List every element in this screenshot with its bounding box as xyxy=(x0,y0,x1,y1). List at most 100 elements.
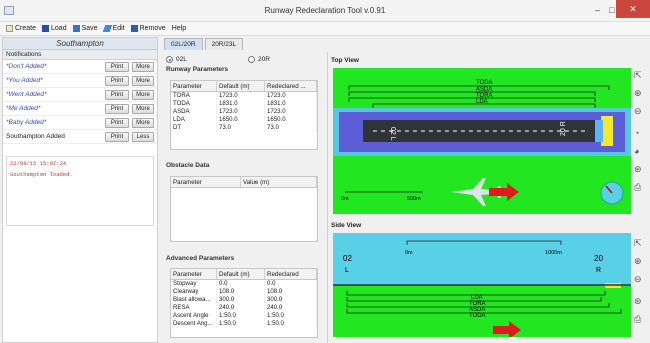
table-row[interactable]: Ascent Angle 1:50.0 1:50.0 xyxy=(171,312,317,320)
more-button[interactable]: More xyxy=(132,117,154,128)
col-header[interactable]: Redeclared ... xyxy=(265,81,317,91)
top-view-canvas: TODA ASDA TORA LDA 02 L 20 R 0m 500m xyxy=(333,68,631,214)
toda-label: TODA xyxy=(476,80,493,86)
remove-icon xyxy=(130,25,138,32)
save-icon xyxy=(72,25,80,32)
col-header[interactable]: Parameter xyxy=(171,269,217,279)
side-view-title: Side View xyxy=(331,222,362,229)
side-view-canvas: 0m 1000m 02 L 20 R LDA TORA ASDA TODA xyxy=(333,233,631,337)
runway-designator-left: 02 L xyxy=(389,127,396,141)
advanced-params-title: Advanced Parameters xyxy=(166,255,235,262)
scale-end-label: 1000m xyxy=(545,250,562,256)
designator-right-sub: R xyxy=(596,267,601,274)
more-button[interactable]: More xyxy=(132,103,154,114)
menu-remove[interactable]: Remove xyxy=(130,25,166,32)
table-row[interactable]: Descent Ang... 1:50.0 1:50.0 xyxy=(171,320,317,328)
tab-20r-23l[interactable]: 20R/23L xyxy=(204,38,244,50)
print-button[interactable]: Print xyxy=(105,131,129,142)
rotate-cw-icon[interactable]: ◔ xyxy=(634,128,639,138)
notification-item: *Went Added* Print More xyxy=(3,88,157,102)
log-message: Southampton loaded. xyxy=(10,171,73,178)
pan-icon[interactable]: ⊛ xyxy=(634,164,642,175)
pointer-icon[interactable]: ⇱ xyxy=(634,70,642,81)
scale-start-label: 0m xyxy=(405,250,413,256)
col-header[interactable]: Value (m) xyxy=(241,177,317,187)
less-button[interactable]: Less xyxy=(132,131,154,142)
notification-item: *Me Added* Print More xyxy=(3,102,157,116)
runway-params-title: Runway Parameters xyxy=(166,66,229,73)
print-button[interactable]: Print xyxy=(105,89,129,100)
pan-icon[interactable]: ⊛ xyxy=(634,296,642,307)
window-title: Runway Redeclaration Tool v.0.91 xyxy=(264,6,386,15)
table-row[interactable]: LDA 1650.0 1650.0 xyxy=(171,116,317,124)
export-icon[interactable]: ⎙ xyxy=(634,314,641,325)
scale-start-label: 0m xyxy=(341,196,349,202)
radio-02l[interactable]: 02L xyxy=(166,56,187,63)
menu-save[interactable]: Save xyxy=(72,25,98,32)
col-header[interactable]: Redeclared xyxy=(265,269,317,279)
advanced-params-table: Parameter Default (m) Redeclared Stopway… xyxy=(170,268,318,338)
col-header[interactable]: Default (m) xyxy=(217,81,265,91)
table-row[interactable]: Stopway 0.0 0.0 xyxy=(171,280,317,288)
table-row[interactable]: DT 73.0 73.0 xyxy=(171,124,317,132)
radio-selected-icon xyxy=(166,56,173,63)
toda-label: TODA xyxy=(469,313,486,319)
panel-divider[interactable] xyxy=(327,52,328,343)
more-button[interactable]: More xyxy=(132,89,154,100)
log-box: 22/08/15 15:07:24 Southampton loaded. xyxy=(6,156,154,226)
menu-load[interactable]: Load xyxy=(42,25,67,32)
print-button[interactable]: Print xyxy=(105,61,129,72)
lda-label: LDA xyxy=(476,99,488,105)
maximize-button[interactable]: □ xyxy=(609,5,614,15)
menu-create[interactable]: Create xyxy=(6,25,36,32)
new-file-icon xyxy=(6,25,13,32)
top-view-title: Top View xyxy=(331,57,359,64)
radio-empty-icon xyxy=(248,56,255,63)
print-button[interactable]: Print xyxy=(105,117,129,128)
runway-designator-right: 20 R xyxy=(560,121,567,136)
more-button[interactable]: More xyxy=(132,61,154,72)
table-row[interactable]: RESA 240.0 240.0 xyxy=(171,304,317,312)
menu-bar: Create Load Save Edit Remove Help xyxy=(0,22,650,36)
zoom-in-icon[interactable]: ⊕ xyxy=(634,256,642,267)
obstacle-data-table: Parameter Value (m) xyxy=(170,176,318,242)
col-header[interactable]: Default (m) xyxy=(217,269,265,279)
print-button[interactable]: Print xyxy=(105,75,129,86)
tab-02l-20r[interactable]: 02L/20R xyxy=(164,38,203,50)
notification-item: *Baby Added* Print More xyxy=(3,116,157,130)
close-button[interactable]: ✕ xyxy=(616,0,650,18)
scale-end-label: 500m xyxy=(407,196,421,202)
table-row[interactable]: TODA 1831.0 1831.0 xyxy=(171,100,317,108)
table-row[interactable]: Blast allowa... 300.0 300.0 xyxy=(171,296,317,304)
rotate-ccw-icon[interactable]: ◕ xyxy=(634,146,639,156)
sidebar: Southampton Notifications *Don't Added* … xyxy=(2,37,158,343)
stopway xyxy=(595,120,603,142)
more-button[interactable]: More xyxy=(132,75,154,86)
table-row[interactable]: ASDA 1723.0 1723.0 xyxy=(171,108,317,116)
zoom-in-icon[interactable]: ⊕ xyxy=(634,88,642,99)
table-row[interactable]: Clearway 108.0 108.0 xyxy=(171,288,317,296)
airport-title: Southampton xyxy=(3,38,157,50)
notifications-header: Notifications xyxy=(3,50,157,60)
print-button[interactable]: Print xyxy=(105,103,129,114)
notification-item: *Don't Added* Print More xyxy=(3,60,157,74)
folder-icon xyxy=(42,25,50,32)
minimize-button[interactable]: – xyxy=(595,5,600,15)
export-icon[interactable]: ⎙ xyxy=(634,182,641,193)
pencil-icon xyxy=(102,25,112,32)
log-timestamp: 22/08/15 15:07:24 xyxy=(10,160,67,167)
zoom-out-icon[interactable]: ⊖ xyxy=(634,106,642,117)
designator-right: 20 xyxy=(594,254,603,263)
runway-params-table: Parameter Default (m) Redeclared ... TOR… xyxy=(170,80,318,150)
menu-edit[interactable]: Edit xyxy=(102,25,125,32)
designator-left-sub: L xyxy=(345,267,349,274)
menu-help[interactable]: Help xyxy=(172,25,186,32)
radio-20r[interactable]: 20R xyxy=(248,56,270,63)
col-header[interactable]: Parameter xyxy=(171,177,241,187)
zoom-out-icon[interactable]: ⊖ xyxy=(634,274,642,285)
notification-item: Southampton Added Print Less xyxy=(3,130,157,144)
runway-tabs: 02L/20R 20R/23L xyxy=(164,38,244,50)
col-header[interactable]: Parameter xyxy=(171,81,217,91)
pointer-icon[interactable]: ⇱ xyxy=(634,238,642,249)
table-row[interactable]: TORA 1723.0 1723.0 xyxy=(171,92,317,100)
